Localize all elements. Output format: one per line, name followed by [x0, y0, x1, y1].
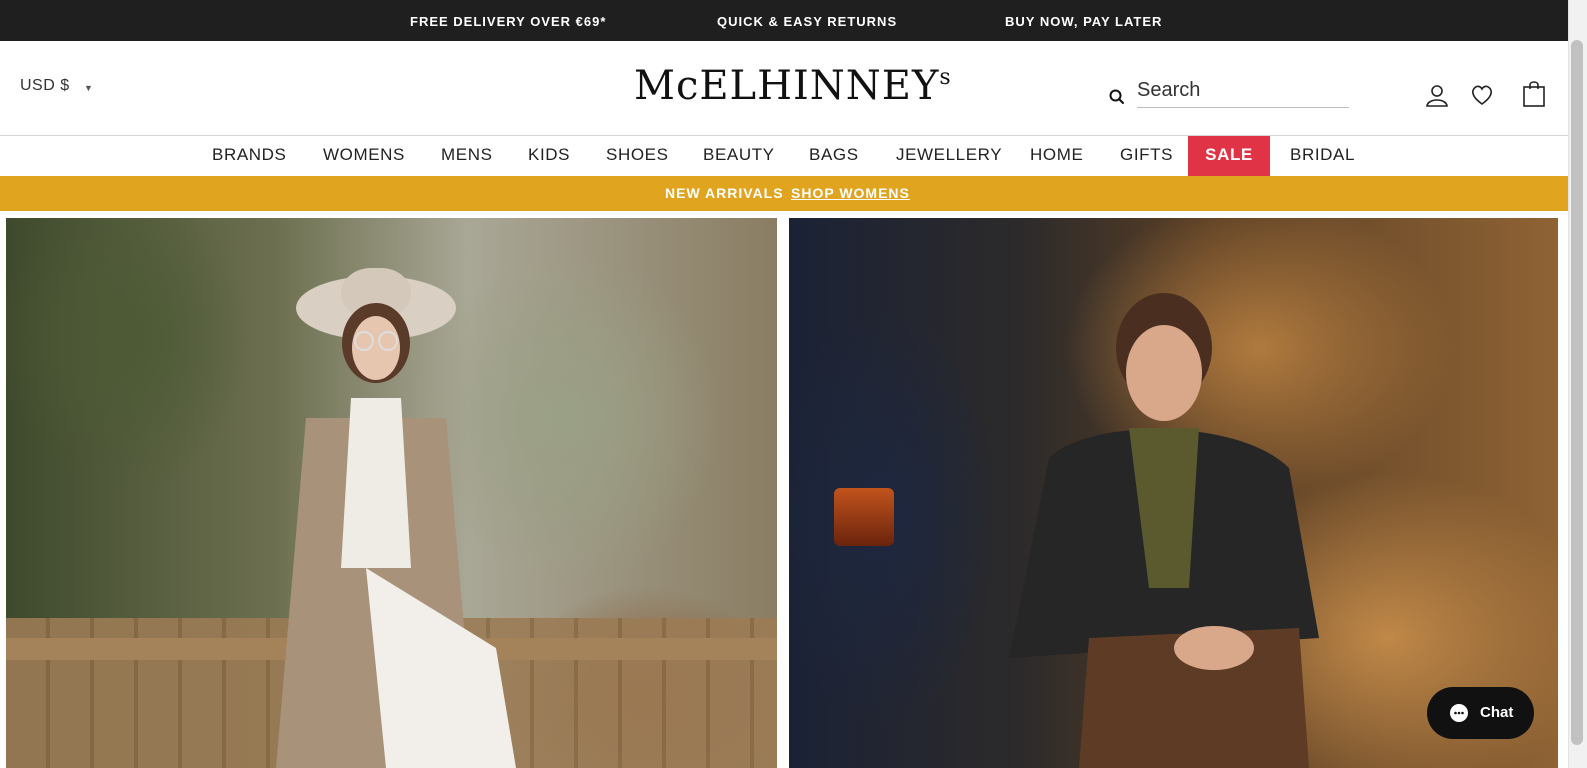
nav-item-home[interactable]: HOME — [1030, 136, 1083, 176]
nav-item-brands[interactable]: BRANDS — [212, 136, 286, 176]
announcement-pay-later[interactable]: BUY NOW, PAY LATER — [1005, 14, 1162, 29]
woman-model-graphic — [276, 268, 516, 768]
nav-item-kids[interactable]: KIDS — [528, 136, 570, 176]
currency-label: USD $ — [20, 77, 70, 94]
chat-bubble-icon — [1450, 704, 1468, 722]
shop-womens-link[interactable]: SHOP WOMENS — [791, 185, 910, 201]
account-icon[interactable] — [1425, 83, 1449, 107]
page-scrollbar-thumb[interactable] — [1571, 40, 1583, 745]
car-taillight-graphic — [834, 488, 894, 546]
nav-item-sale[interactable]: SALE — [1188, 136, 1270, 176]
wishlist-heart-icon[interactable] — [1470, 84, 1494, 106]
hero-image-mens[interactable] — [789, 218, 1558, 768]
nav-item-beauty[interactable]: BEAUTY — [703, 136, 775, 176]
chat-button[interactable]: Chat — [1427, 687, 1534, 739]
site-header: USD $ ▼ McELHINNEYs — [0, 41, 1568, 136]
logo-text: McELHINNEY — [634, 63, 940, 109]
nav-item-womens[interactable]: WOMENS — [323, 136, 405, 176]
man-model-graphic — [1009, 293, 1319, 768]
chat-label: Chat — [1480, 704, 1514, 721]
nav-item-bridal[interactable]: BRIDAL — [1290, 136, 1355, 176]
promo-bar: NEW ARRIVALS SHOP WOMENS — [0, 176, 1568, 211]
announcement-free-delivery[interactable]: FREE DELIVERY OVER €69* — [410, 14, 606, 29]
caret-down-icon: ▼ — [84, 83, 94, 93]
announcement-bar: FREE DELIVERY OVER €69* QUICK & EASY RET… — [0, 0, 1568, 41]
search-input[interactable] — [1137, 73, 1349, 108]
nav-item-jewellery[interactable]: JEWELLERY — [896, 136, 1002, 176]
nav-item-bags[interactable]: BAGS — [809, 136, 859, 176]
site-logo[interactable]: McELHINNEYs — [634, 63, 952, 109]
main-nav: BRANDS WOMENS MENS KIDS SHOES BEAUTY BAG… — [0, 136, 1568, 176]
currency-selector[interactable]: USD $ ▼ — [20, 77, 93, 95]
nav-item-shoes[interactable]: SHOES — [606, 136, 669, 176]
nav-item-mens[interactable]: MENS — [441, 136, 493, 176]
shopping-bag-icon[interactable] — [1522, 79, 1546, 107]
hero-image-womens[interactable] — [6, 218, 777, 768]
promo-label: NEW ARRIVALS — [665, 185, 784, 201]
announcement-returns[interactable]: QUICK & EASY RETURNS — [717, 14, 897, 29]
search-icon[interactable] — [1108, 88, 1126, 106]
logo-superscript: s — [939, 65, 952, 90]
nav-item-gifts[interactable]: GIFTS — [1120, 136, 1173, 176]
